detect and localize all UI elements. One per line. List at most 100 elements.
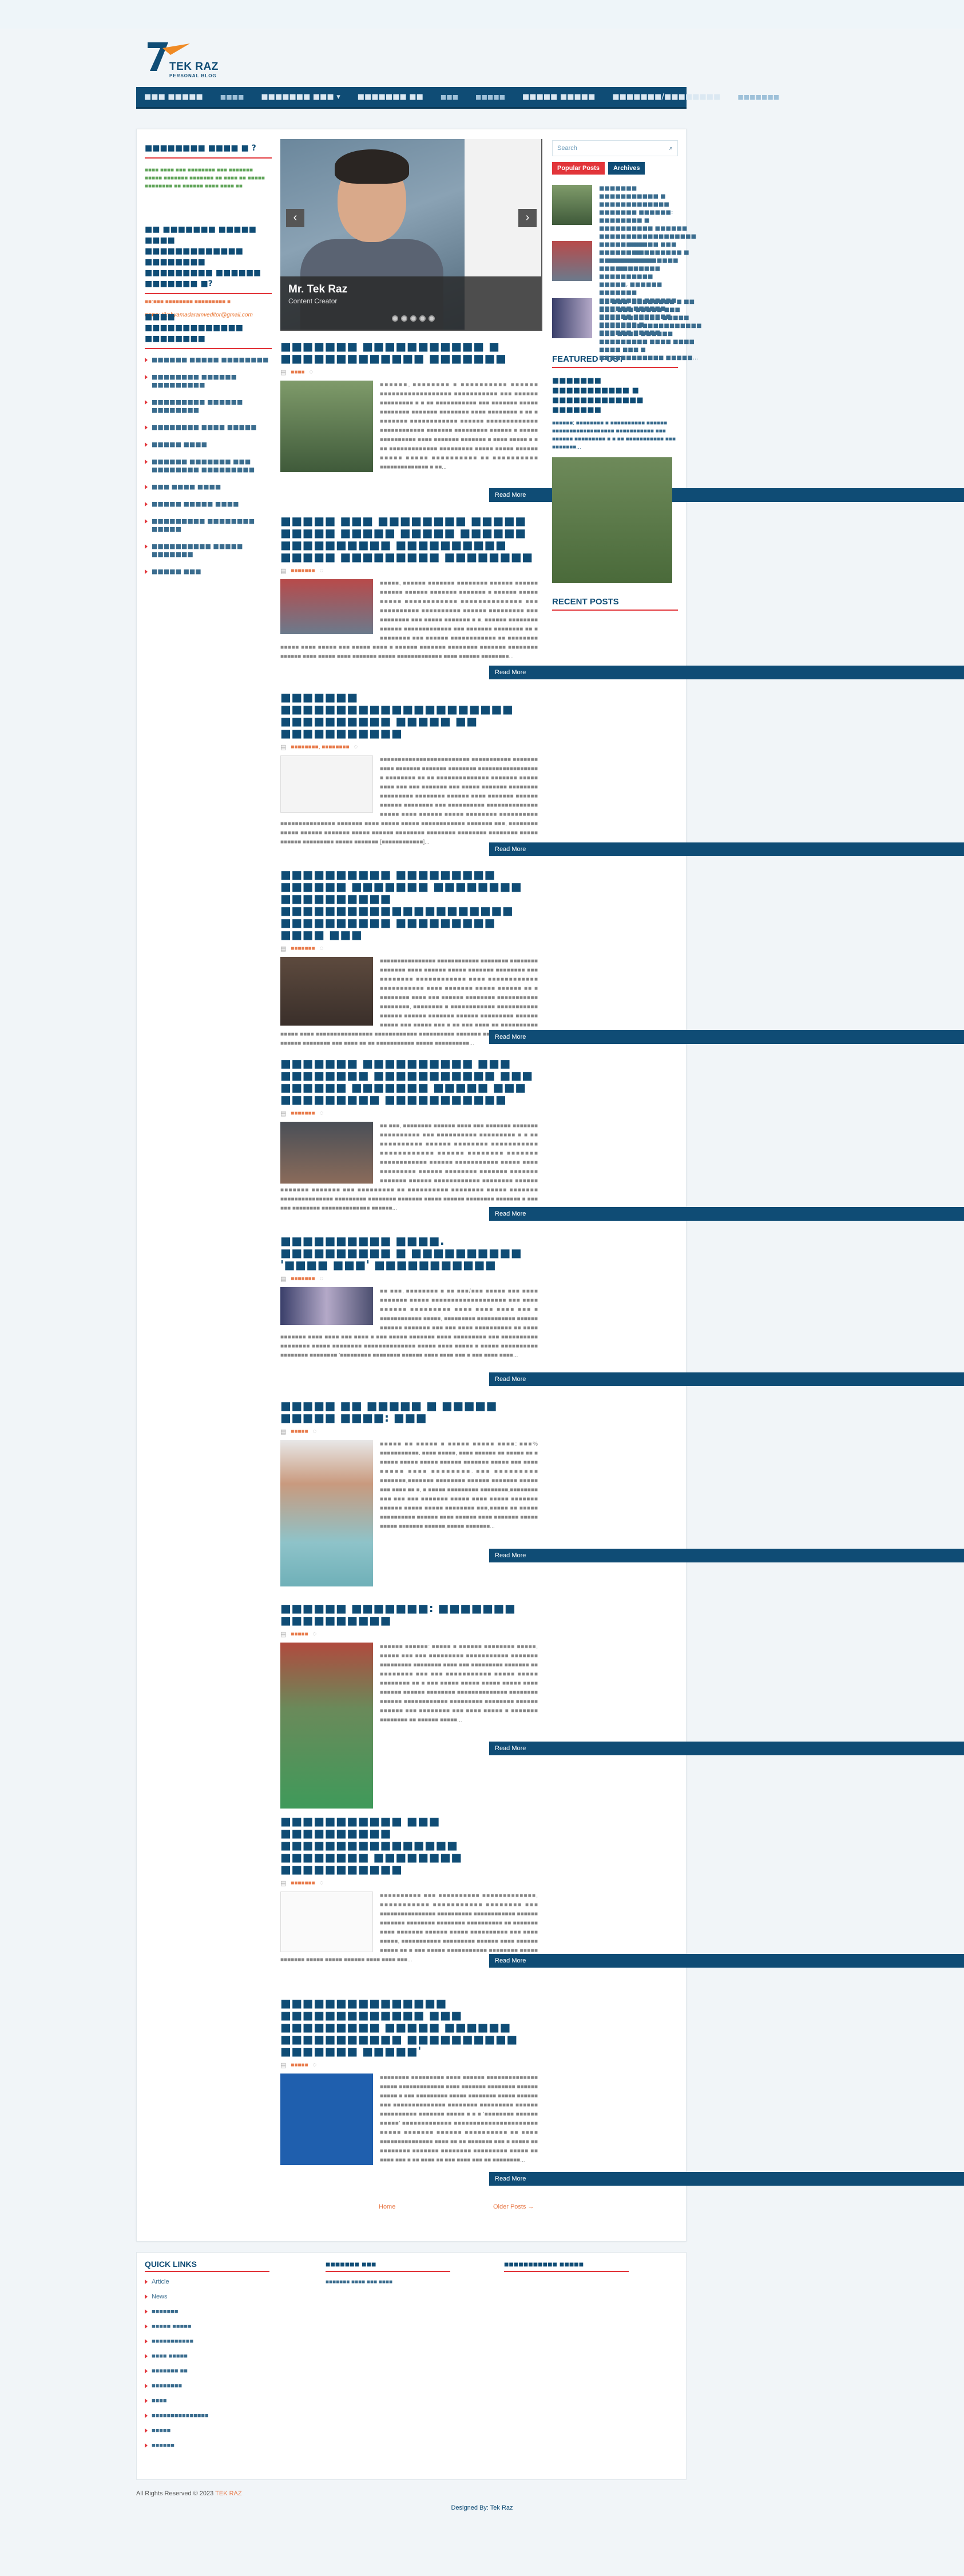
quick-link[interactable]: ■■■■■ (145, 2423, 269, 2438)
quick-link[interactable]: News (145, 2289, 269, 2304)
post-category[interactable]: ■■■■■ (291, 2062, 308, 2068)
popular-post-item[interactable]: ■■■■■■■ ■■■■■■■■■■■ ■ ■■■■■■■■■■■■■ ■■■■… (552, 185, 696, 272)
post-category[interactable]: ■■■■■■■ (291, 1110, 315, 1117)
tab-popular-posts[interactable]: Popular Posts (552, 162, 605, 175)
post-category[interactable]: ■■■■■■■ (291, 945, 315, 952)
post-thumbnail[interactable] (280, 1440, 373, 1586)
slider-dot[interactable] (392, 315, 398, 322)
comment-icon[interactable]: ◌ (320, 1879, 324, 1886)
search-icon[interactable]: ⌕ (669, 145, 673, 152)
read-more-button[interactable]: Read More (489, 1742, 964, 1755)
post-thumbnail[interactable] (280, 1643, 373, 1809)
read-more-button[interactable]: Read More (489, 842, 964, 856)
comment-icon[interactable]: ◌ (313, 1428, 317, 1435)
popular-post-thumb[interactable] (552, 298, 592, 338)
post-title[interactable]: ■■■■■■■■■■ ■■■■. ■■■■■■■■■■ ■ ■■■■■■■■■■… (280, 1235, 538, 1271)
post-thumbnail[interactable] (280, 579, 373, 634)
nav-item-home[interactable]: ■■■ ■■■■■ (144, 93, 203, 101)
post-thumbnail[interactable] (280, 2074, 373, 2165)
post-category[interactable]: ■■■■■■■ (291, 568, 315, 574)
post-thumbnail[interactable] (280, 381, 373, 472)
copyright-brand[interactable]: TEK RAZ (215, 2490, 241, 2497)
nav-item-8[interactable]: ■■■■■■■/■■■■■■■■ (612, 93, 720, 101)
featured-slider[interactable]: Mr. Tek Raz Content Creator ‹ › (280, 139, 542, 331)
comment-icon[interactable]: ◌ (310, 369, 314, 375)
quick-link[interactable]: ■■■■■■■ (145, 2304, 269, 2319)
category-item[interactable]: ■■■■■■■■■ ■■■■■■ ■■■■■■■■ (145, 398, 272, 414)
featured-post-heading[interactable]: ■■■■■■■ ■■■■■■■■■■■ ■ ■■■■■■■■■■■■■ ■■■■… (552, 376, 678, 415)
quick-link[interactable]: ■■■■■■■■■■■ (145, 2334, 269, 2349)
read-more-button[interactable]: Read More (489, 1549, 964, 1562)
read-more-button[interactable]: Read More (489, 1207, 964, 1221)
quick-link[interactable]: ■■■■■ ■■■■■ (145, 2319, 269, 2334)
comment-icon[interactable]: ◌ (320, 567, 324, 574)
category-item[interactable]: ■■■■■■■■ ■■■■ ■■■■■ (145, 424, 272, 432)
post-title[interactable]: ■■■■■ ■■■ ■■■■■■■■ ■■■■■ ■■■■■ ■■■■■ ■■■… (280, 515, 538, 563)
slider-dot[interactable] (429, 315, 435, 322)
older-posts-link[interactable]: Older Posts → (493, 2203, 534, 2210)
slider-next-icon[interactable]: › (518, 209, 537, 227)
post-thumbnail[interactable] (280, 1287, 373, 1325)
category-item[interactable]: ■■■■■ ■■■■■ ■■■■ (145, 500, 272, 508)
post-category[interactable]: ■■■■ (291, 369, 304, 375)
read-more-button[interactable]: Read More (489, 666, 964, 679)
nav-item-6[interactable]: ■■■■■ (475, 93, 505, 101)
nav-item-dropdown[interactable]: ■■■■■■■ ■■■ ▾ (261, 93, 340, 101)
quick-link[interactable]: ■■■■■■■ ■■ (145, 2364, 269, 2379)
nav-item-4[interactable]: ■■■■■■■ ■■ (358, 93, 423, 101)
post-category[interactable]: ■■■■■■■■, ■■■■■■■■ (291, 744, 349, 750)
post-title[interactable]: ■■■■■■■■■■■ ■■■ ■■■■■■■■■■ ■■■■■■■■■■■■■… (280, 1815, 538, 1875)
comment-icon[interactable]: ◌ (320, 1275, 324, 1282)
read-more-button[interactable]: Read More (489, 1372, 964, 1386)
popular-post-thumb[interactable] (552, 185, 592, 225)
home-link[interactable]: Home (379, 2203, 395, 2210)
post-category[interactable]: ■■■■■■■ (291, 1880, 315, 1886)
search-input[interactable]: Search ⌕ (552, 140, 678, 156)
post-thumbnail[interactable] (280, 1122, 373, 1184)
category-item[interactable]: ■■■■■ ■■■■ (145, 441, 272, 449)
post-thumbnail[interactable] (280, 1892, 373, 1952)
category-item[interactable]: ■■■■■ ■■■ (145, 568, 272, 576)
quick-link[interactable]: ■■■■ (145, 2393, 269, 2408)
quick-link[interactable]: ■■■■■■ (145, 2438, 269, 2453)
read-more-button[interactable]: Read More (489, 2172, 964, 2186)
category-item[interactable]: ■■■■■■■■■ ■■■■■■■■ ■■■■■ (145, 517, 272, 533)
post-category[interactable]: ■■■■■■■ (291, 1276, 315, 1282)
category-item[interactable]: ■■■ ■■■■ ■■■■ (145, 483, 272, 491)
slider-dot[interactable] (401, 315, 407, 322)
nav-item-2[interactable]: ■■■■ (220, 93, 244, 101)
post-category[interactable]: ■■■■■ (291, 1429, 308, 1435)
post-title[interactable]: ■■■■■ ■■ ■■■■■ ■ ■■■■■ ■■■■■ ■■■■: ■■■ (280, 1400, 538, 1424)
quick-link[interactable]: ■■■■ ■■■■■ (145, 2349, 269, 2364)
popular-post-item[interactable]: ■■■■■ ■■■ ■■■■■■■■ ■■■■■ ■■■■■ ■■■■■ ■■■… (552, 241, 678, 336)
category-item[interactable]: ■■■■■■■■ ■■■■■■ ■■■■■■■■■ (145, 373, 272, 389)
nav-item-7[interactable]: ■■■■■ ■■■■■ (522, 93, 595, 101)
post-thumbnail[interactable] (280, 957, 373, 1026)
site-logo[interactable]: TEK RAZ PERSONAL BLOG (143, 38, 223, 85)
comment-icon[interactable]: ◌ (313, 2061, 317, 2068)
comment-icon[interactable]: ◌ (313, 1631, 317, 1637)
comment-icon[interactable]: ◌ (320, 1110, 324, 1117)
post-title[interactable]: ■■■■■■■ ■■■■■■■■■■■■■■■■■■■■■ ■■■■■■■■■■… (280, 691, 538, 739)
popular-post-thumb[interactable] (552, 241, 592, 281)
post-title[interactable]: ■■■■■■■■■■ ■■■■■■■■■ ■■■■■■ ■■■■■■■ ■■■■… (280, 869, 538, 941)
popular-post-text[interactable]: ■■ ■■■, ■■■■■■■■ ■ ■■ ■■■/■■■ ■■■■■ ■■■ … (599, 298, 702, 362)
comment-icon[interactable]: ◌ (354, 743, 358, 750)
popular-post-item[interactable]: ■■ ■■■, ■■■■■■■■ ■ ■■ ■■■/■■■ ■■■■■ ■■■ … (552, 298, 702, 361)
nav-item-9[interactable]: ■■■■■■■ (737, 93, 779, 101)
quick-link[interactable]: Article (145, 2274, 269, 2289)
quick-link[interactable]: ■■■■■■■■■■■■■■■ (145, 2408, 269, 2423)
comment-icon[interactable]: ◌ (320, 945, 324, 952)
read-more-button[interactable]: Read More (489, 1954, 964, 1968)
slider-dot[interactable] (410, 315, 416, 322)
post-title[interactable]: ■■■■■■■ ■■■■■■■■■■ ■■■ ■■■■■■■■ ■■■■■■■■… (280, 1058, 538, 1106)
nav-item-5[interactable]: ■■■ (441, 93, 458, 101)
category-item[interactable]: ■■■■■■ ■■■■■■■ ■■■ ■■■■■■■■ ■■■■■■■■■ (145, 458, 272, 474)
post-title[interactable]: ■■■■■■■■■■■■■■■ ■■■■■■■■■■■■■ ■■■ ■■■■■■… (280, 1997, 538, 2057)
read-more-button[interactable]: Read More (489, 1030, 964, 1044)
category-item[interactable]: ■■■■■■ ■■■■■ ■■■■■■■■ (145, 356, 272, 364)
post-title[interactable]: ■■■■■■ ■■■■■■■: ■■■■■■■ ■■■■■■■■■■ (280, 1602, 538, 1627)
featured-post-image[interactable] (552, 457, 672, 583)
post-title[interactable]: ■■■■■■■ ■■■■■■■■■■■ ■ ■■■■■■■■■■■■■ ■■■■… (280, 341, 538, 365)
slider-dot[interactable] (419, 315, 426, 322)
